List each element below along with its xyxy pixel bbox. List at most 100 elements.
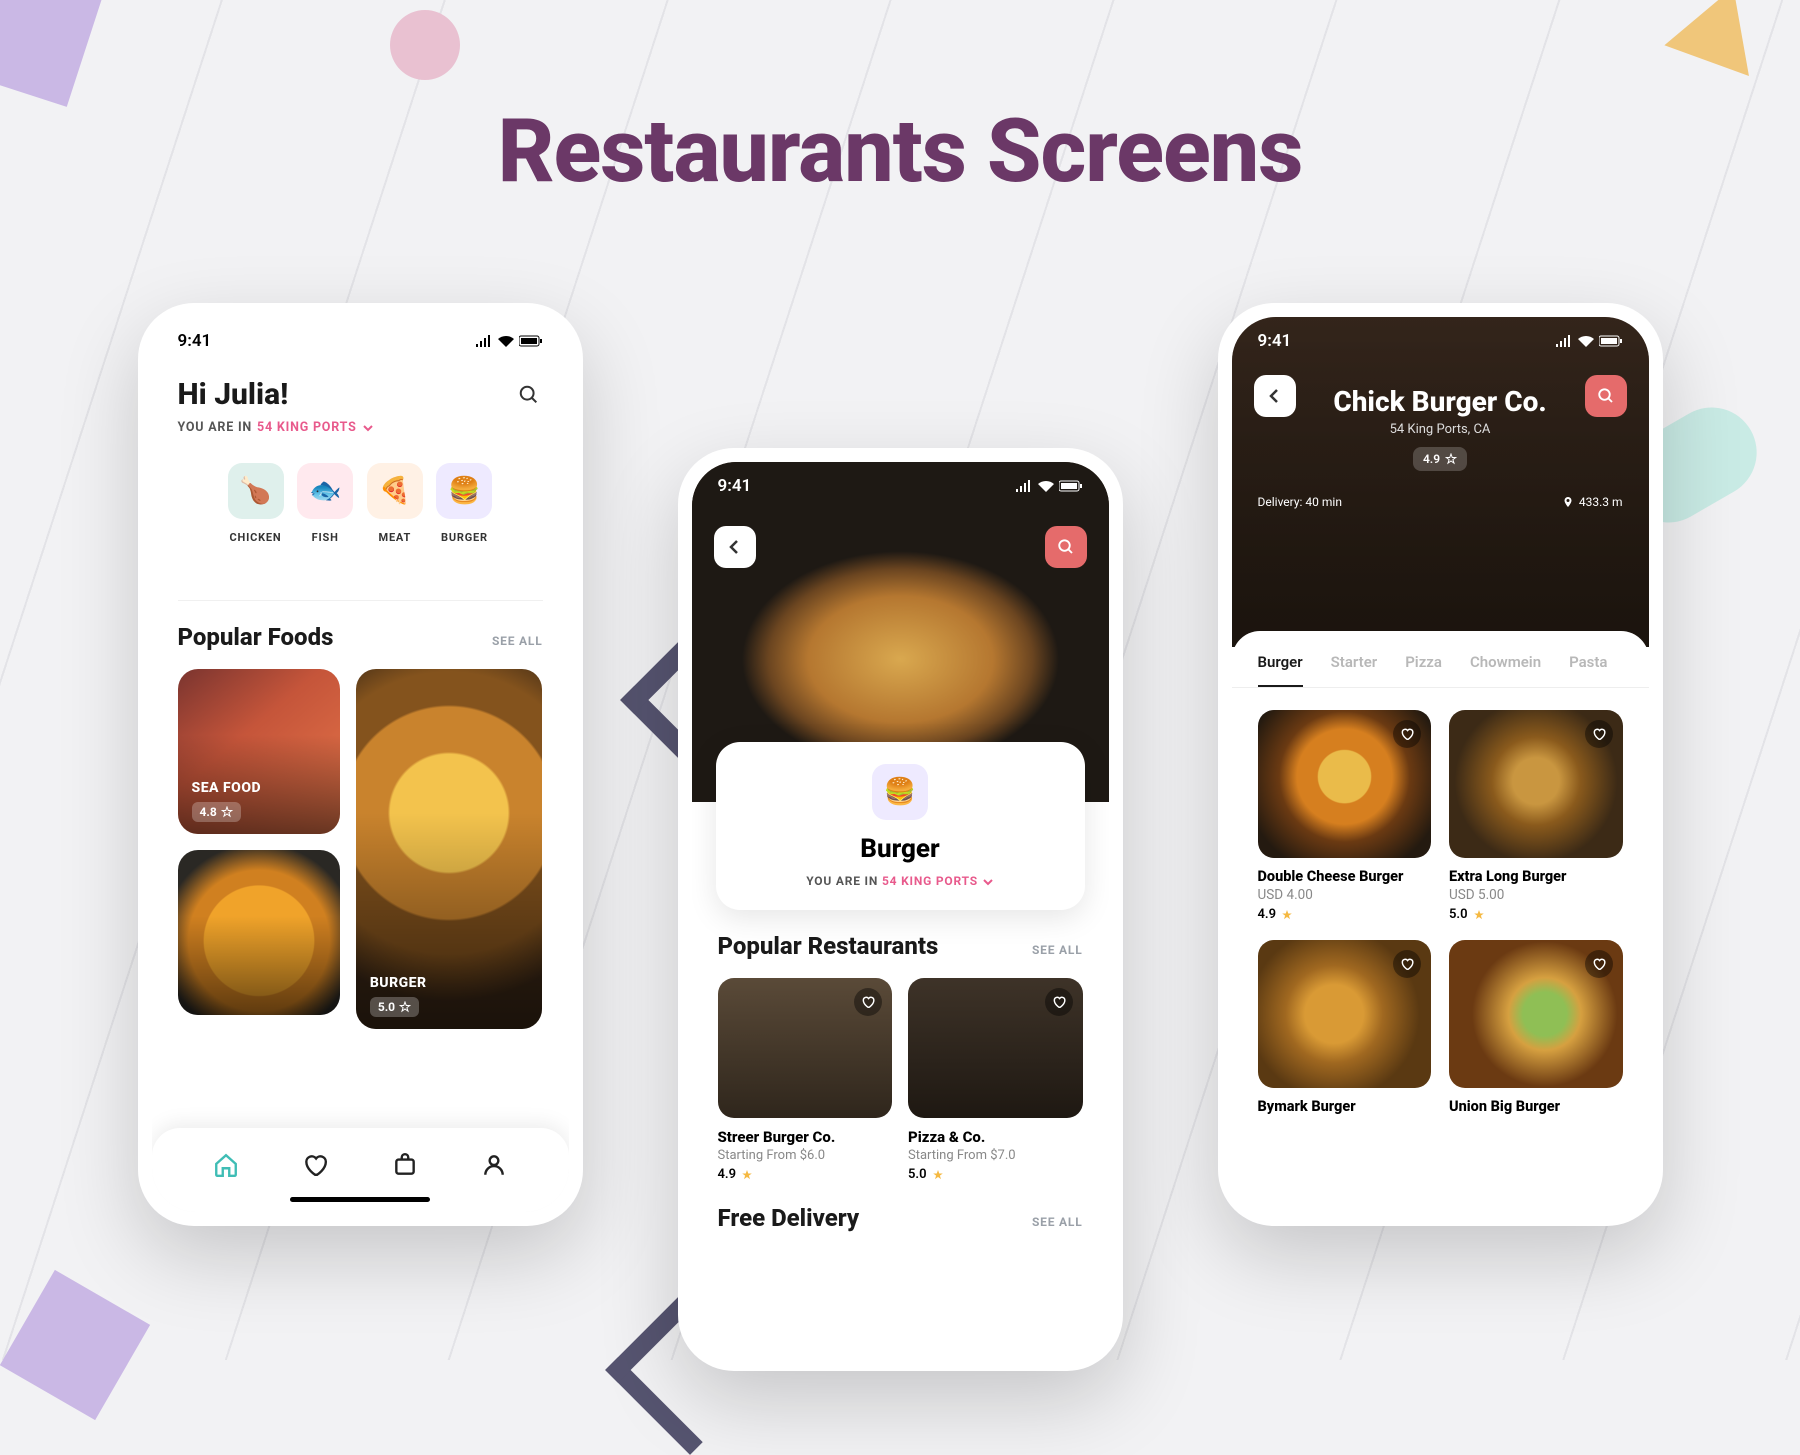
product-image	[1258, 710, 1432, 858]
favorite-icon[interactable]	[1045, 988, 1073, 1016]
product-card[interactable]: Double Cheese Burger USD 4.00 4.9	[1258, 710, 1432, 922]
tab-chowmein[interactable]: Chowmein	[1470, 653, 1541, 687]
phone-restaurant-screen: 9:41 Chick Burger Co. 54 King Ports, CA …	[1218, 303, 1663, 1226]
restaurant-card[interactable]: Pizza & Co. Starting From $7.0 5.0	[908, 978, 1083, 1182]
see-all-link[interactable]: SEE ALL	[1032, 943, 1083, 957]
see-all-link[interactable]: SEE ALL	[492, 634, 543, 648]
category-chicken[interactable]: 🍗 CHICKEN	[228, 463, 284, 544]
product-image	[1258, 940, 1432, 1088]
delivery-time: Delivery: 40 min	[1258, 495, 1342, 509]
favorite-icon[interactable]	[1393, 950, 1421, 978]
section-title: Popular Restaurants	[718, 932, 939, 960]
category-burger[interactable]: 🍔 BURGER	[436, 463, 492, 544]
category-label: FISH	[297, 531, 353, 544]
category-label: MEAT	[367, 531, 423, 544]
category-icon: 🐟	[297, 463, 353, 519]
product-rating: 5.0	[1449, 907, 1623, 922]
phone-home-screen: 9:41 Hi Julia! YOU ARE IN 54 KING PORTS …	[138, 303, 583, 1226]
status-time: 9:41	[178, 331, 212, 351]
food-card-soup[interactable]	[178, 850, 340, 1015]
status-bar: 9:41	[1232, 317, 1649, 357]
favorite-icon[interactable]	[1585, 720, 1613, 748]
favorite-icon[interactable]	[854, 988, 882, 1016]
search-button[interactable]	[1585, 375, 1627, 417]
category-icon: 🍗	[228, 463, 284, 519]
status-bar: 9:41	[692, 462, 1109, 502]
restaurant-rating: 5.0	[908, 1167, 1083, 1182]
product-card[interactable]: Union Big Burger	[1449, 940, 1623, 1115]
rating-badge: 4.9	[1413, 447, 1467, 471]
see-all-link[interactable]: SEE ALL	[1032, 1215, 1083, 1229]
food-card-seafood[interactable]: SEA FOOD 4.8	[178, 669, 340, 834]
back-button[interactable]	[1254, 375, 1296, 417]
section-title: Free Delivery	[718, 1204, 860, 1232]
product-card[interactable]: Extra Long Burger USD 5.00 5.0	[1449, 710, 1623, 922]
page-title: Restaurants Screens	[0, 0, 1800, 203]
search-icon[interactable]	[515, 381, 543, 409]
burger-icon: 🍔	[872, 764, 928, 820]
restaurant-rating: 4.9	[718, 1167, 893, 1182]
product-rating: 4.9	[1258, 907, 1432, 922]
pin-icon	[1562, 496, 1574, 508]
restaurant-subtitle: Starting From $7.0	[908, 1148, 1083, 1163]
product-price: USD 5.00	[1449, 887, 1623, 903]
tab-favorites-icon[interactable]	[300, 1150, 330, 1180]
greeting-text: Hi Julia!	[178, 377, 289, 412]
home-indicator	[290, 1197, 430, 1202]
product-card[interactable]: Bymark Burger	[1258, 940, 1432, 1115]
status-icons	[1555, 335, 1623, 347]
status-time: 9:41	[718, 476, 752, 496]
status-bar: 9:41	[152, 317, 569, 357]
tab-starter[interactable]: Starter	[1331, 653, 1378, 687]
product-name: Double Cheese Burger	[1258, 868, 1432, 885]
search-button[interactable]	[1045, 526, 1087, 568]
food-card-name: BURGER	[370, 975, 427, 991]
favorite-icon[interactable]	[1585, 950, 1613, 978]
category-label: CHICKEN	[228, 531, 284, 544]
phone-category-screen: 9:41 🍔 Burger YOU ARE IN 54 KING PORTS P…	[678, 448, 1123, 1371]
restaurant-image	[718, 978, 893, 1118]
product-name: Union Big Burger	[1449, 1098, 1623, 1115]
back-button[interactable]	[714, 526, 756, 568]
category-icon: 🍔	[436, 463, 492, 519]
section-title: Popular Foods	[178, 623, 334, 651]
status-icons	[1015, 480, 1083, 492]
restaurant-subtitle: Starting From $6.0	[718, 1148, 893, 1163]
category-icon: 🍕	[367, 463, 423, 519]
tab-profile-icon[interactable]	[479, 1150, 509, 1180]
location-prefix: YOU ARE IN	[178, 420, 253, 435]
product-name: Extra Long Burger	[1449, 868, 1623, 885]
restaurant-address: 54 King Ports, CA	[1232, 422, 1649, 437]
food-card-name: SEA FOOD	[192, 780, 262, 796]
distance: 433.3 m	[1562, 495, 1623, 509]
food-card-rating: 5.0	[370, 997, 419, 1017]
location-selector[interactable]: YOU ARE IN 54 KING PORTS	[152, 420, 569, 435]
food-card-rating: 4.8	[192, 802, 241, 822]
tab-pizza[interactable]: Pizza	[1405, 653, 1442, 687]
restaurant-name: Pizza & Co.	[908, 1128, 1083, 1146]
tab-home-icon[interactable]	[211, 1150, 241, 1180]
category-row: 🍗 CHICKEN 🐟 FISH 🍕 MEAT 🍔 BURGER	[204, 435, 517, 568]
category-title: Burger	[738, 834, 1063, 864]
tab-orders-icon[interactable]	[390, 1150, 420, 1180]
favorite-icon[interactable]	[1393, 720, 1421, 748]
category-label: BURGER	[436, 531, 492, 544]
chevron-down-icon	[362, 422, 374, 434]
category-fish[interactable]: 🐟 FISH	[297, 463, 353, 544]
category-meat[interactable]: 🍕 MEAT	[367, 463, 423, 544]
status-icons	[475, 335, 543, 347]
tab-pasta[interactable]: Pasta	[1569, 653, 1607, 687]
tab-burger[interactable]: Burger	[1258, 653, 1303, 687]
restaurant-card[interactable]: Streer Burger Co. Starting From $6.0 4.9	[718, 978, 893, 1182]
menu-tabs: Burger Starter Pizza Chowmein Pasta	[1232, 631, 1649, 688]
food-card-burger[interactable]: BURGER 5.0	[356, 669, 543, 1029]
restaurant-name: Streer Burger Co.	[718, 1128, 893, 1146]
category-card: 🍔 Burger YOU ARE IN 54 KING PORTS	[716, 742, 1085, 910]
status-time: 9:41	[1258, 331, 1292, 351]
restaurant-image	[908, 978, 1083, 1118]
location-selector[interactable]: YOU ARE IN 54 KING PORTS	[738, 874, 1063, 888]
product-image	[1449, 940, 1623, 1088]
product-name: Bymark Burger	[1258, 1098, 1432, 1115]
product-price: USD 4.00	[1258, 887, 1432, 903]
product-image	[1449, 710, 1623, 858]
